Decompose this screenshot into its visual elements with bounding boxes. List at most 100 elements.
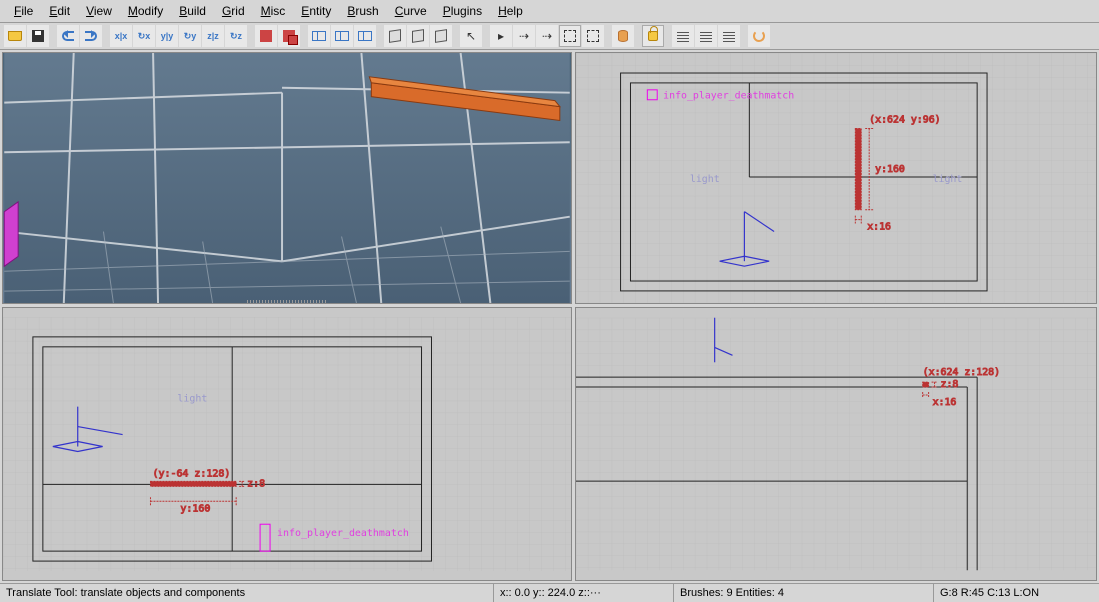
csg-subtract-button[interactable] — [255, 25, 277, 47]
redo-icon — [85, 31, 97, 41]
svg-text:light: light — [690, 174, 720, 185]
pointer-button[interactable]: ↖ — [460, 25, 482, 47]
entity-list-button[interactable] — [672, 25, 694, 47]
pointer-icon: ↖ — [466, 29, 476, 43]
csg-merge-button[interactable] — [278, 25, 300, 47]
status-grid: G:8 R:45 C:13 L:ON — [934, 584, 1099, 602]
splitter-handle[interactable] — [247, 300, 327, 304]
csg-merge-icon — [283, 30, 295, 42]
save-icon — [32, 30, 44, 42]
flip-z-button[interactable]: z|z — [202, 25, 224, 47]
undo-button[interactable] — [57, 25, 79, 47]
refresh-icon — [753, 30, 765, 42]
cube-icon — [435, 29, 447, 43]
menu-build[interactable]: Build — [171, 2, 214, 20]
cube-3-button[interactable] — [430, 25, 452, 47]
statusbar: Translate Tool: translate objects and co… — [0, 583, 1099, 602]
svg-text:light: light — [177, 394, 207, 405]
viewport-3d[interactable] — [2, 52, 572, 304]
refresh-button[interactable] — [748, 25, 770, 47]
menu-curve[interactable]: Curve — [387, 2, 435, 20]
texture-lock-button[interactable] — [642, 25, 664, 47]
rotate-x-button[interactable]: ↻x — [133, 25, 155, 47]
status-coords: x:: 0.0 y:: 224.0 z::··· — [494, 584, 674, 602]
svg-text:y:160: y:160 — [875, 164, 905, 175]
toolbar: x|x ↻x y|y ↻y z|z ↻z ↖ ▸ ⇢ ⇢ — [0, 23, 1099, 50]
svg-text:info_player_deathmatch: info_player_deathmatch — [663, 91, 794, 102]
menu-edit[interactable]: Edit — [41, 2, 78, 20]
svg-text:y:160: y:160 — [180, 503, 210, 514]
cylinder-icon — [618, 30, 628, 42]
view-layout-icon — [335, 31, 349, 41]
select-icon — [564, 30, 576, 42]
flip-y-button[interactable]: y|y — [156, 25, 178, 47]
lock-icon — [648, 31, 658, 41]
view-layout-2-button[interactable] — [331, 25, 353, 47]
list-icon — [700, 30, 712, 42]
save-button[interactable] — [27, 25, 49, 47]
svg-text:(y:-64 z:128): (y:-64 z:128) — [152, 468, 230, 479]
svg-text:(x:624 y:96): (x:624 y:96) — [869, 115, 940, 126]
tool-icon: ⇢ — [519, 29, 529, 43]
clipper-icon: ▸ — [498, 29, 504, 43]
svg-text:light: light — [933, 174, 963, 185]
cube-2-button[interactable] — [407, 25, 429, 47]
clipper-button[interactable]: ▸ — [490, 25, 512, 47]
list-icon — [677, 30, 689, 42]
texture-browser-button[interactable] — [718, 25, 740, 47]
open-button[interactable] — [4, 25, 26, 47]
csg-subtract-icon — [260, 30, 272, 42]
viewport-container: info_player_deathmatch (x:624 y:96) y:16… — [0, 50, 1099, 583]
svg-text:(x:624 z:128): (x:624 z:128) — [923, 367, 1000, 378]
view-layout-1-button[interactable] — [308, 25, 330, 47]
select-touching-button[interactable] — [559, 25, 581, 47]
cube-icon — [412, 29, 424, 43]
rotate-z-icon: ↻z — [230, 31, 242, 42]
svg-text:z:8: z:8 — [940, 379, 958, 390]
redo-button[interactable] — [80, 25, 102, 47]
undo-icon — [62, 31, 74, 41]
perspective-scene — [3, 53, 571, 303]
menu-brush[interactable]: Brush — [339, 2, 386, 20]
list-icon — [723, 30, 735, 42]
magenta-brush — [4, 202, 18, 266]
viewport-xy[interactable]: info_player_deathmatch (x:624 y:96) y:16… — [575, 52, 1097, 304]
menu-view[interactable]: View — [78, 2, 120, 20]
menu-file[interactable]: File — [6, 2, 41, 20]
menu-grid[interactable]: Grid — [214, 2, 253, 20]
viewport-yz[interactable]: light (y:-64 z:128) z:8 y:160 info_playe… — [2, 307, 572, 581]
flip-z-icon: z|z — [207, 31, 219, 41]
tool-b-button[interactable]: ⇢ — [536, 25, 558, 47]
cube-icon — [389, 29, 401, 43]
view-layout-icon — [312, 31, 326, 41]
svg-text:z:8: z:8 — [247, 478, 265, 489]
status-tool: Translate Tool: translate objects and co… — [0, 584, 494, 602]
menu-entity[interactable]: Entity — [293, 2, 339, 20]
select-icon — [587, 30, 599, 42]
tool-a-button[interactable]: ⇢ — [513, 25, 535, 47]
flip-x-button[interactable]: x|x — [110, 25, 132, 47]
select-inside-button[interactable] — [582, 25, 604, 47]
console-button[interactable] — [695, 25, 717, 47]
folder-open-icon — [8, 31, 22, 41]
svg-text:x:16: x:16 — [933, 397, 957, 408]
flip-x-icon: x|x — [115, 31, 128, 41]
menu-modify[interactable]: Modify — [120, 2, 171, 20]
view-layout-3-button[interactable] — [354, 25, 376, 47]
rotate-z-button[interactable]: ↻z — [225, 25, 247, 47]
view-layout-icon — [358, 31, 372, 41]
viewport-xz[interactable]: (x:624 z:128) z:8 x:16 — [575, 307, 1097, 581]
menubar: File Edit View Modify Build Grid Misc En… — [0, 0, 1099, 23]
cylinder-button[interactable] — [612, 25, 634, 47]
cube-1-button[interactable] — [384, 25, 406, 47]
status-counts: Brushes: 9 Entities: 4 — [674, 584, 934, 602]
menu-help[interactable]: Help — [490, 2, 531, 20]
svg-text:x:16: x:16 — [867, 222, 891, 233]
rotate-x-icon: ↻x — [138, 31, 151, 42]
menu-plugins[interactable]: Plugins — [435, 2, 490, 20]
flip-y-icon: y|y — [161, 31, 174, 41]
rotate-y-icon: ↻y — [184, 31, 197, 42]
rotate-y-button[interactable]: ↻y — [179, 25, 201, 47]
menu-misc[interactable]: Misc — [253, 2, 294, 20]
svg-text:info_player_deathmatch: info_player_deathmatch — [277, 528, 409, 539]
